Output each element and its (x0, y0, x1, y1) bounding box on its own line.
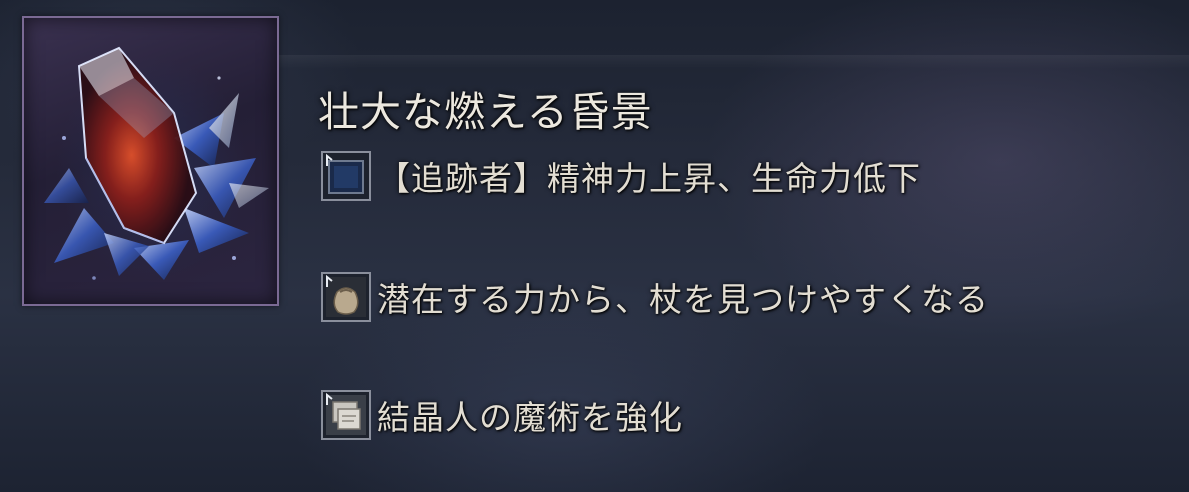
effect-3-text: 結晶人の魔術を強化 (377, 398, 683, 437)
effect-row-3: 結晶人の魔術を強化 (321, 387, 683, 443)
pouch-icon (326, 274, 366, 317)
effect-2-text: 潜在する力から、杖を見つけやすくなる (377, 280, 989, 319)
effect-2-icon-frame (321, 272, 371, 322)
effect-1-text: 【追跡者】精神力上昇、生命力低下 (377, 159, 921, 198)
effect-3-icon-frame (321, 390, 371, 440)
blue-square-icon (326, 153, 364, 194)
effect-row-2: 潜在する力から、杖を見つけやすくなる (321, 269, 989, 325)
stacked-scroll-icon (326, 392, 366, 435)
item-image-frame (22, 16, 279, 306)
effect-1-icon-frame (321, 151, 371, 201)
effect-row-1: 【追跡者】精神力上昇、生命力低下 (321, 148, 921, 204)
background-highlight-band (240, 55, 1189, 69)
item-title: 壮大な燃える昏景 (318, 88, 653, 136)
purple-crystal-shard-icon (44, 46, 269, 280)
